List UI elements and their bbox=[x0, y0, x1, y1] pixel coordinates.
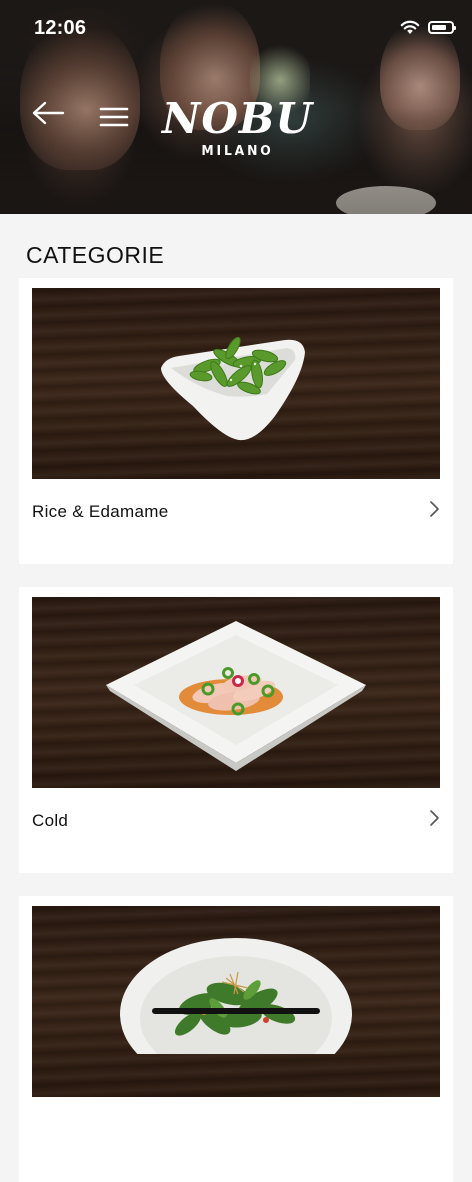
category-card-rice-edamame[interactable]: Rice & Edamame bbox=[19, 278, 453, 564]
hamburger-menu-icon bbox=[99, 107, 129, 127]
chevron-right-icon bbox=[430, 810, 439, 826]
category-label: Rice & Edamame bbox=[32, 502, 169, 521]
arrow-left-icon bbox=[32, 101, 65, 125]
status-time: 12:06 bbox=[34, 17, 87, 39]
salad-bowl-image bbox=[120, 938, 352, 1054]
menu-button[interactable] bbox=[96, 102, 132, 132]
category-image bbox=[32, 597, 440, 788]
home-indicator[interactable] bbox=[152, 1008, 320, 1014]
wifi-icon bbox=[400, 20, 420, 34]
edamame-bowl-image bbox=[161, 336, 305, 441]
back-button[interactable] bbox=[28, 96, 68, 130]
category-image bbox=[32, 288, 440, 479]
status-icons bbox=[400, 20, 456, 35]
battery-icon bbox=[428, 21, 456, 34]
brand-logo: NOBU MILANO bbox=[140, 94, 335, 160]
page-title: CATEGORIE bbox=[26, 242, 165, 268]
logo-main-text: NOBU bbox=[161, 94, 314, 143]
logo-sub-text: MILANO bbox=[201, 144, 274, 159]
category-label: Cold bbox=[32, 811, 69, 830]
sashimi-plate-image bbox=[106, 621, 366, 771]
chevron-right-icon bbox=[430, 501, 439, 517]
category-card-cold[interactable]: Cold bbox=[19, 587, 453, 873]
category-image bbox=[32, 906, 440, 1097]
category-card-salad[interactable] bbox=[19, 896, 453, 1182]
